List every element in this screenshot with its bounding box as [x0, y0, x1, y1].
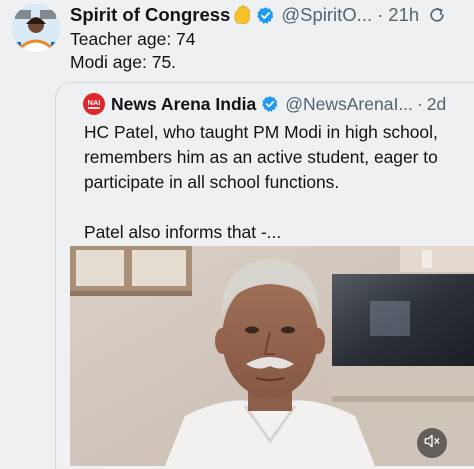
- post-text-line: Modi age: 75.: [70, 52, 177, 72]
- author-name[interactable]: Spirit of Congress: [70, 4, 230, 26]
- raised-hand-emoji-icon: [233, 5, 251, 25]
- speaker-muted-icon: [423, 432, 441, 455]
- refresh-icon[interactable]: [427, 5, 447, 25]
- separator-dot: ·: [416, 93, 423, 114]
- verified-badge-icon[interactable]: [261, 95, 279, 113]
- quoted-post-timestamp[interactable]: 2d: [427, 94, 446, 115]
- quoted-paragraph: HC Patel, who taught PM Modi in high sch…: [84, 122, 438, 192]
- quoted-paragraph: Patel also informs that -...: [84, 222, 282, 242]
- mute-button[interactable]: [417, 428, 447, 458]
- author-handle[interactable]: @SpiritO...: [281, 4, 372, 26]
- verified-badge-icon[interactable]: [256, 6, 275, 25]
- post-text-line: Teacher age: 74: [70, 29, 196, 49]
- post-text: Teacher age: 74 Modi age: 75.: [70, 28, 196, 74]
- quoted-post-header: NAI News Arena India @NewsArenaI... · 2d: [83, 93, 474, 115]
- quoted-post-card[interactable]: NAI News Arena India @NewsArenaI... · 2d…: [55, 82, 474, 469]
- quoted-post-text: HC Patel, who taught PM Modi in high sch…: [84, 120, 469, 245]
- avatar[interactable]: [12, 4, 60, 52]
- post-header: Spirit of Congress @SpiritO... · 21h: [70, 3, 466, 27]
- news-arena-logo[interactable]: NAI: [83, 93, 105, 115]
- separator-dot: ·: [377, 4, 384, 25]
- video-media[interactable]: [70, 246, 474, 466]
- svg-text:NAI: NAI: [88, 98, 101, 107]
- quoted-author-handle[interactable]: @NewsArenaI...: [285, 94, 413, 115]
- post-timestamp[interactable]: 21h: [388, 4, 419, 26]
- quoted-author-name[interactable]: News Arena India: [111, 94, 256, 115]
